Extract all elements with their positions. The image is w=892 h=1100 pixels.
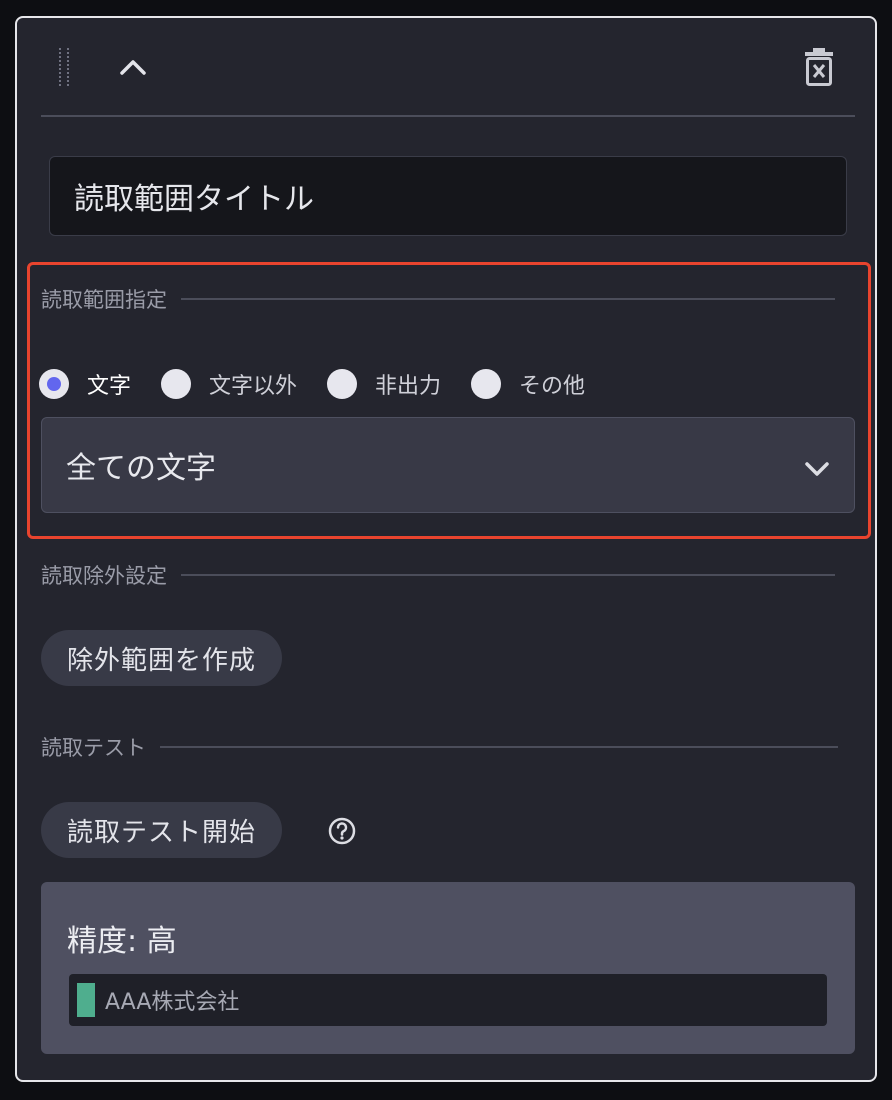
radio-unselected-icon [161,369,192,399]
radio-other-label: その他 [519,374,586,399]
radio-no-output-label: 非出力 [375,374,442,399]
radio-text[interactable]: 文字 [39,368,131,400]
select-value: 全ての文字 [66,451,216,486]
chevron-up-icon[interactable] [113,48,153,88]
reading-range-panel: 読取範囲タイトル 読取範囲指定 文字 文字以外 非出力 その他 全ての文字 読取… [15,16,877,1082]
range-section-heading: 読取範囲指定 [41,284,835,314]
result-color-marker [77,983,95,1017]
radio-non-text-label: 文字以外 [209,374,298,399]
trash-icon[interactable] [801,46,837,88]
help-circle-icon[interactable] [327,816,357,846]
exclude-section-title: 読取除外設定 [41,564,167,588]
start-test-label: 読取テスト開始 [67,817,257,848]
create-exclusion-button[interactable]: 除外範囲を作成 [41,630,283,686]
range-title-input[interactable]: 読取範囲タイトル [49,156,847,236]
radio-no-output[interactable]: 非出力 [327,368,441,400]
drag-handle-icon[interactable] [59,48,73,86]
section-divider [181,298,835,300]
radio-unselected-icon [327,369,358,399]
start-test-button[interactable]: 読取テスト開始 [41,802,283,858]
exclude-section-heading: 読取除外設定 [41,560,835,590]
create-exclusion-label: 除外範囲を作成 [67,645,257,676]
recognized-text-row: AAA株式会社 [69,974,827,1026]
range-type-radio-group: 文字 文字以外 非出力 その他 [39,364,615,404]
accuracy-label: 精度: 高 [67,924,177,959]
radio-selected-icon [39,369,69,399]
chevron-down-icon [804,454,830,478]
range-section-title: 読取範囲指定 [41,288,167,312]
test-section-heading: 読取テスト [41,732,838,762]
test-section-title: 読取テスト [41,736,146,760]
section-divider [181,574,835,576]
radio-other[interactable]: その他 [471,368,585,400]
radio-unselected-icon [471,369,502,399]
character-type-select[interactable]: 全ての文字 [41,417,855,513]
radio-non-text[interactable]: 文字以外 [161,368,297,400]
section-divider [160,746,838,748]
test-result-card: 精度: 高 AAA株式会社 [41,882,855,1054]
recognized-text: AAA株式会社 [105,990,240,1015]
radio-text-label: 文字 [87,374,132,399]
header-divider [41,115,855,117]
